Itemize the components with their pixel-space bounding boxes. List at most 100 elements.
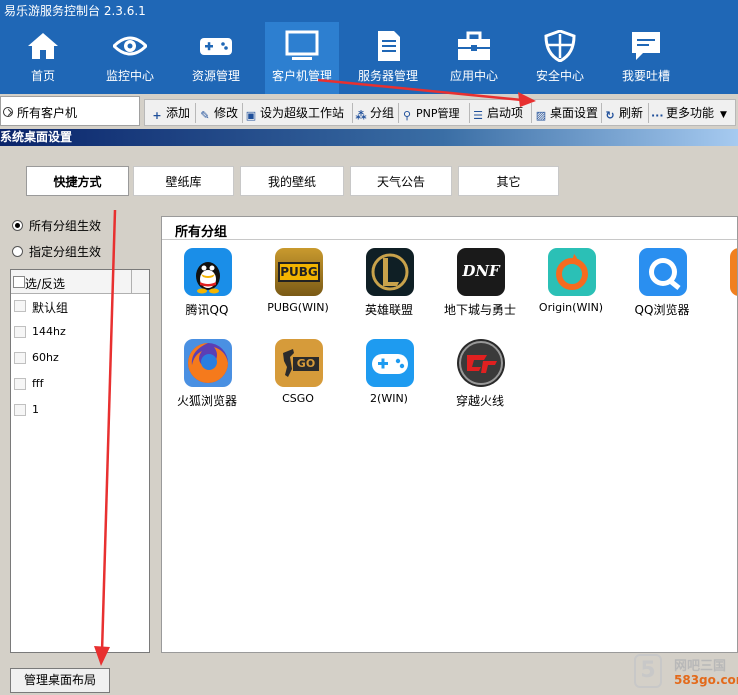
toolbox-icon — [458, 31, 490, 60]
shortcut-csgo[interactable]: GO CSGO — [253, 332, 343, 412]
nav-label: 资源管理 — [191, 69, 240, 83]
list-item[interactable]: 60hz — [11, 346, 149, 372]
manage-desktop-layout-button[interactable]: 管理桌面布局 — [10, 668, 110, 693]
plus-icon: + — [152, 109, 162, 122]
group-checkbox[interactable] — [14, 404, 26, 416]
nav-server-management[interactable]: 服务器管理 — [351, 22, 425, 94]
group-checkbox[interactable] — [14, 326, 26, 338]
list-item[interactable]: 144hz — [11, 320, 149, 346]
origin-icon — [548, 248, 596, 296]
group-checkbox[interactable] — [14, 352, 26, 364]
shortcut-qq[interactable]: 腾讯QQ — [162, 241, 252, 321]
client-toolbar: + 添加 ✎ 修改 ▣ 设为超级工作站 ⁂ 分组 ⚲ PNP管理 ☰ 启动项 ▨ 桌面设置 ↻… — [144, 99, 736, 126]
nav-label: 我要吐槽 — [621, 69, 670, 83]
group-checkbox[interactable] — [14, 378, 26, 390]
monitor-icon — [285, 30, 319, 60]
add-button[interactable]: + 添加 — [151, 104, 190, 122]
select-all-checkbox[interactable] — [13, 276, 25, 288]
group-button[interactable]: ⁂ 分组 — [355, 104, 394, 122]
shortcut-crossfire[interactable]: 穿越火线 — [435, 332, 525, 412]
shortcut-pubg[interactable]: PUBG PUBG(WIN) — [253, 241, 343, 321]
shield-icon — [544, 30, 576, 62]
client-tree-root[interactable]: 所有客户机 — [0, 96, 140, 126]
shortcut-liebao[interactable]: 猎豹 — [708, 241, 737, 321]
main-nav: 首页 监控中心 资源管理 客户机管理 服务器管理 应用中心 安全中心 我要吐槽 — [0, 22, 738, 94]
list-item[interactable]: 1 — [11, 398, 149, 424]
toolbar-divider — [601, 103, 602, 123]
radio-selected-icon — [12, 220, 23, 231]
qq-browser-icon — [639, 248, 687, 296]
select-all-label: 选/反选 — [25, 277, 66, 291]
shortcut-2-win[interactable]: 2(WIN) — [344, 332, 434, 412]
group-checkbox[interactable] — [14, 300, 26, 312]
cheetah-browser-icon — [730, 248, 737, 296]
eye-icon — [113, 36, 147, 56]
panel-title: 所有分组 — [175, 225, 228, 240]
pubg-icon: PUBG — [275, 248, 323, 296]
app-title: 易乐游服务控制台 2.3.6.1 — [4, 4, 146, 18]
qq-icon — [184, 248, 232, 296]
shortcut-name: 猎豹 — [698, 301, 737, 318]
crossfire-icon — [457, 339, 505, 387]
group-name: fff — [32, 377, 44, 390]
nav-feedback[interactable]: 我要吐槽 — [609, 22, 683, 94]
pubg-icon-text: PUBG — [278, 262, 320, 282]
nav-security-center[interactable]: 安全中心 — [523, 22, 597, 94]
shortcut-qq-browser[interactable]: QQ浏览器 — [617, 241, 707, 321]
list-item[interactable]: fff — [11, 372, 149, 398]
watermark-site: 583go.com — [674, 673, 738, 687]
specific-groups-radio[interactable]: 指定分组生效 — [12, 244, 101, 260]
shortcut-lol[interactable]: 英雄联盟 — [344, 241, 434, 321]
nav-resource-management[interactable]: 资源管理 — [179, 22, 253, 94]
tab-weather-notice[interactable]: 天气公告 — [350, 166, 452, 196]
desktop-settings-button[interactable]: ▨ 桌面设置 — [535, 104, 598, 122]
more-icon: ··· — [651, 109, 664, 122]
nav-client-management[interactable]: 客户机管理 — [265, 22, 339, 94]
edit-label: 修改 — [214, 106, 239, 120]
csgo-icon: GO — [275, 339, 323, 387]
shortcut-dnf[interactable]: DNF 地下城与勇士 — [435, 241, 525, 321]
group-label: 分组 — [370, 106, 395, 120]
chevron-down-icon: ▼ — [720, 110, 727, 120]
nav-label: 安全中心 — [535, 69, 584, 83]
tab-other[interactable]: 其它 — [458, 166, 559, 196]
more-functions-button[interactable]: ··· 更多功能 ▼ — [651, 104, 727, 122]
nav-app-center[interactable]: 应用中心 — [437, 22, 511, 94]
refresh-button[interactable]: ↻ 刷新 — [604, 104, 643, 122]
pencil-icon: ✎ — [200, 109, 210, 122]
refresh-icon: ↻ — [605, 109, 615, 122]
startup-items-button[interactable]: ☰ 启动项 — [472, 104, 523, 122]
collapse-icon[interactable] — [3, 107, 13, 117]
nav-label: 服务器管理 — [357, 69, 418, 83]
refresh-label: 刷新 — [619, 106, 644, 120]
top-bar: 易乐游服务控制台 2.3.6.1 首页 监控中心 资源管理 客户机管理 服务器管… — [0, 0, 738, 94]
group-name: 60hz — [32, 351, 59, 364]
tab-my-wallpaper[interactable]: 我的壁纸 — [240, 166, 344, 196]
lol-icon — [366, 248, 414, 296]
select-all-header[interactable]: 选/反选 — [11, 270, 149, 294]
dnf-icon-text: DNF — [462, 262, 500, 280]
set-super-station-button[interactable]: ▣ 设为超级工作站 — [245, 104, 344, 122]
panel-divider — [162, 239, 737, 240]
client-tree-label: 所有客户机 — [17, 106, 78, 120]
all-groups-label: 所有分组生效 — [29, 219, 102, 233]
nav-monitor-center[interactable]: 监控中心 — [93, 22, 167, 94]
column-header — [131, 270, 149, 293]
usb-icon: ⚲ — [402, 109, 412, 122]
group-list: 选/反选 默认组 144hz 60hz fff 1 — [10, 269, 150, 653]
shortcut-origin[interactable]: Origin(WIN) — [526, 241, 616, 321]
nav-label: 监控中心 — [105, 69, 154, 83]
all-groups-radio[interactable]: 所有分组生效 — [12, 218, 101, 234]
csgo-icon-text: GO — [293, 357, 319, 371]
shortcut-firefox[interactable]: 火狐浏览器 — [162, 332, 252, 412]
nav-home[interactable]: 首页 — [6, 22, 80, 94]
toolbar-divider — [531, 103, 532, 123]
tab-shortcuts[interactable]: 快捷方式 — [26, 166, 129, 196]
edit-button[interactable]: ✎ 修改 — [199, 104, 238, 122]
toolbar-divider — [648, 103, 649, 123]
group-icon: ⁂ — [355, 109, 367, 122]
pnp-label: PNP管理 — [416, 107, 460, 120]
tab-wallpaper-library[interactable]: 壁纸库 — [133, 166, 234, 196]
list-item[interactable]: 默认组 — [11, 294, 149, 320]
pnp-management-button[interactable]: ⚲ PNP管理 — [401, 104, 460, 122]
